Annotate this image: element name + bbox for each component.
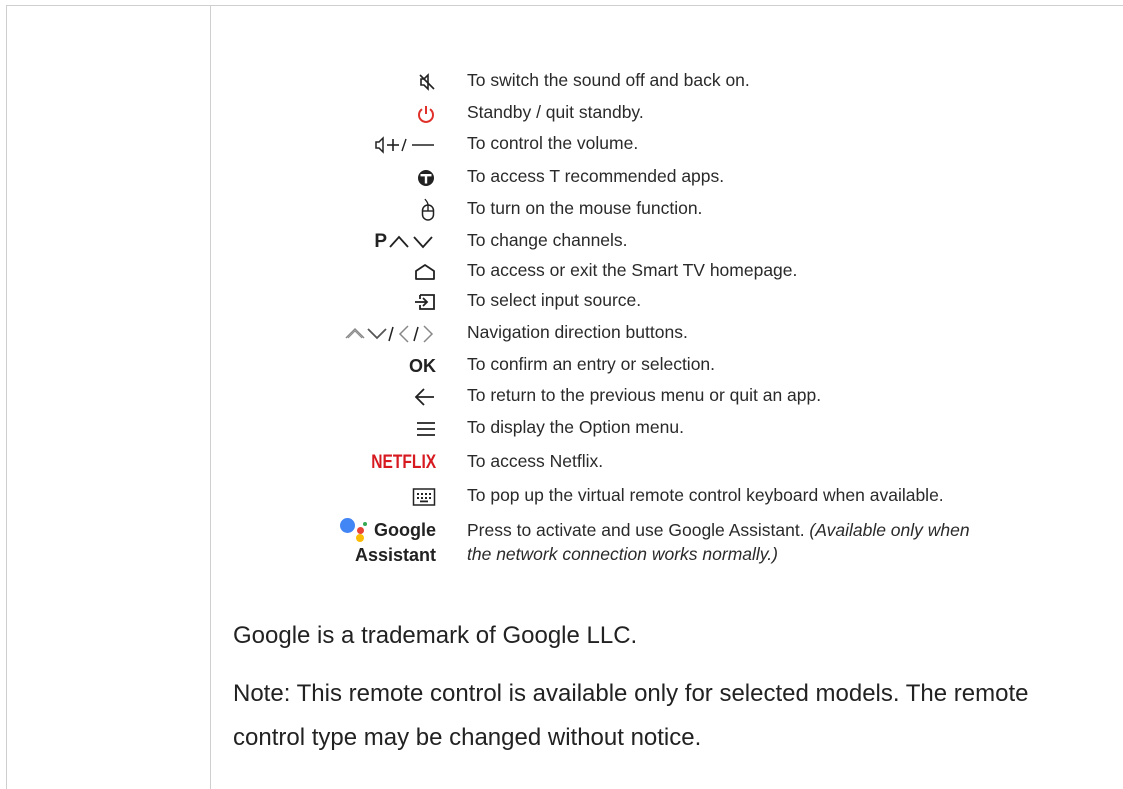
button-description: Standby / quit standby. [467, 102, 644, 122]
channel-p-label: P [374, 231, 387, 252]
ok-label: OK [409, 355, 436, 376]
button-row-google-assistant: Google Assistant Press to activate and u… [230, 518, 1110, 568]
button-description: To return to the previous menu or quit a… [467, 385, 822, 405]
button-row-netflix: NETFLIX To access Netflix. [230, 449, 1110, 477]
button-description: To switch the sound off and back on. [467, 70, 750, 90]
button-row-volume: To control the volume. [230, 131, 1110, 159]
t-apps-icon [230, 164, 436, 192]
google-assistant-label-line1: Google [374, 519, 436, 540]
button-row-t-apps: To access T recommended apps. [230, 164, 1110, 192]
button-description: To access T recommended apps. [467, 166, 725, 186]
button-row-power: Standby / quit standby. [230, 100, 1110, 128]
button-row-mute: To switch the sound off and back on. [230, 68, 1110, 96]
button-row-back: To return to the previous menu or quit a… [230, 383, 1110, 411]
frame-left-border [6, 5, 7, 789]
google-assistant-description: Press to activate and use Google Assista… [467, 518, 987, 566]
trademark-text: Google is a trademark of Google LLC. [233, 622, 638, 649]
button-description: To change channels. [467, 230, 628, 250]
button-row-navigation: Navigation direction buttons. [230, 320, 1110, 348]
button-description: To control the volume. [467, 133, 639, 153]
button-description: To confirm an entry or selection. [467, 354, 716, 374]
button-description: Navigation direction buttons. [467, 322, 688, 342]
button-description: To access or exit the Smart TV homepage. [467, 260, 798, 280]
mouse-icon [230, 196, 436, 224]
google-assistant-line1: Google [230, 518, 436, 544]
frame-column-divider [210, 5, 211, 789]
home-icon [230, 258, 436, 286]
keyboard-icon [230, 483, 436, 511]
button-row-home: To access or exit the Smart TV homepage. [230, 258, 1110, 286]
button-description: To pop up the virtual remote control key… [467, 485, 944, 505]
note-text: Note: This remote control is available o… [233, 680, 1029, 751]
google-assistant-label: Google Assistant [230, 518, 436, 567]
button-description: To access Netflix. [467, 451, 604, 471]
button-row-channel: P To change channels. [230, 228, 1110, 256]
button-description: To display the Option menu. [467, 417, 684, 437]
button-row-keyboard: To pop up the virtual remote control key… [230, 483, 1110, 511]
button-row-input-source: To select input source. [230, 288, 1110, 316]
button-row-menu: To display the Option menu. [230, 415, 1110, 443]
button-description: To select input source. [467, 290, 642, 310]
button-description: To turn on the mouse function. [467, 198, 703, 218]
back-arrow-icon [230, 383, 436, 411]
channel-icon: P [230, 228, 436, 256]
google-assistant-label-line2: Assistant [354, 545, 436, 565]
frame-top-border [6, 5, 1123, 6]
mute-icon [230, 68, 436, 96]
netflix-logo: NETFLIX [371, 452, 436, 473]
button-row-ok: OK To confirm an entry or selection. [230, 352, 1110, 380]
netflix-logo-cell: NETFLIX [230, 449, 436, 477]
google-assistant-desc-text: Press to activate and use Google Assista… [467, 520, 810, 540]
navigation-arrows-icon [230, 320, 436, 348]
ok-label-cell: OK [230, 352, 436, 380]
google-assistant-logo-icon [340, 518, 370, 544]
button-row-mouse: To turn on the mouse function. [230, 196, 1110, 224]
menu-icon [230, 415, 436, 443]
input-source-icon [230, 288, 436, 316]
power-icon [230, 100, 436, 128]
volume-icon [230, 131, 436, 159]
